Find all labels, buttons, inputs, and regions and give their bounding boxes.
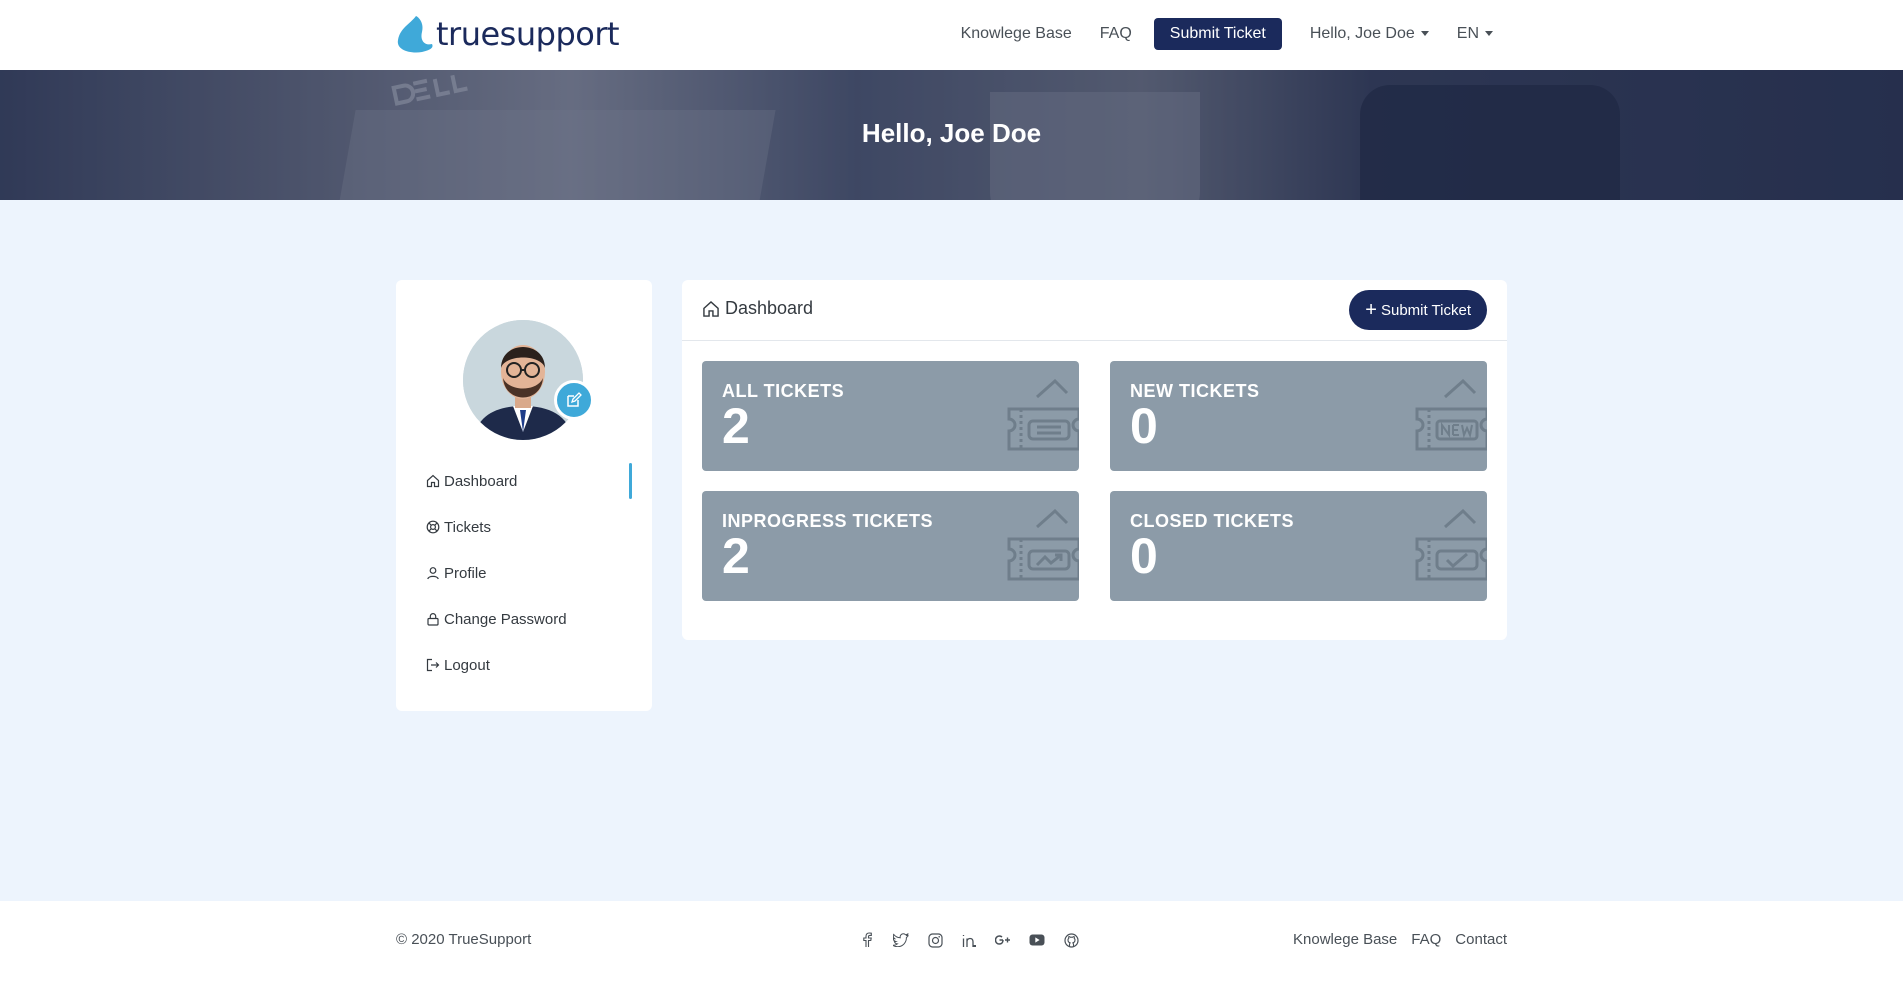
youtube-icon[interactable] — [1020, 928, 1054, 952]
dashboard-panel: Dashboard + Submit Ticket ALL TICKETS 2 … — [682, 280, 1507, 640]
caret-down-icon — [1420, 31, 1429, 37]
stat-card-label: INPROGRESS TICKETS — [722, 511, 934, 531]
stat-card-value: 2 — [722, 398, 750, 454]
home-icon — [426, 474, 440, 488]
nav-knowledge-base[interactable]: Knowlege Base — [961, 18, 1072, 50]
panel-title-text: Dashboard — [725, 298, 814, 318]
ticket-list-icon — [1007, 379, 1079, 451]
home-icon — [702, 300, 720, 318]
sidebar-item-logout[interactable]: Logout — [396, 642, 652, 688]
panel-title: Dashboard — [702, 298, 813, 319]
user-menu-dropdown[interactable]: Hello, Joe Doe — [1310, 18, 1429, 50]
nav-faq[interactable]: FAQ — [1100, 18, 1132, 50]
lock-icon — [426, 612, 440, 626]
sidebar-menu: Dashboard Tickets Profile Change Passwor… — [396, 458, 652, 688]
user-icon — [426, 566, 440, 580]
ticket-check-icon — [1415, 509, 1487, 581]
sidebar-item-label: Tickets — [444, 518, 491, 536]
footer-link-faq[interactable]: FAQ — [1411, 931, 1441, 948]
stat-card-new-tickets[interactable]: NEW TICKETS 0 — [1110, 361, 1487, 471]
github-icon[interactable] — [1054, 928, 1088, 952]
nav-submit-ticket-button[interactable]: Submit Ticket — [1153, 18, 1282, 50]
footer: © 2020 TrueSupport Knowlege Base FAQ Con… — [0, 901, 1903, 988]
twitter-icon[interactable] — [884, 928, 918, 952]
sidebar-item-label: Change Password — [444, 610, 567, 628]
ticket-new-icon — [1415, 379, 1487, 451]
hero-title: Hello, Joe Doe — [861, 118, 1042, 148]
stat-card-closed-tickets[interactable]: CLOSED TICKETS 0 — [1110, 491, 1487, 601]
instagram-icon[interactable] — [918, 928, 952, 952]
profile-sidebar: Dashboard Tickets Profile Change Passwor… — [396, 280, 652, 711]
submit-ticket-button[interactable]: + Submit Ticket — [1349, 290, 1487, 330]
sidebar-item-profile[interactable]: Profile — [396, 550, 652, 596]
lifebuoy-icon — [426, 520, 440, 534]
logout-icon — [426, 658, 440, 672]
stat-card-value: 0 — [1130, 398, 1158, 454]
plus-icon: + — [1365, 299, 1377, 321]
main-nav: Knowlege Base FAQ Submit Ticket Hello, J… — [961, 18, 1493, 50]
avatar — [463, 320, 583, 440]
top-navbar: truesupport Knowlege Base FAQ Submit Tic… — [0, 0, 1903, 70]
sidebar-item-label: Dashboard — [444, 472, 518, 490]
edit-icon — [567, 392, 582, 407]
stat-card-value: 0 — [1130, 528, 1158, 584]
language-label: EN — [1456, 25, 1479, 42]
submit-ticket-label: Submit Ticket — [1380, 301, 1471, 319]
edit-avatar-button[interactable] — [554, 380, 594, 420]
logo-text: truesupport — [436, 15, 620, 53]
facebook-icon[interactable] — [850, 928, 884, 952]
footer-links: Knowlege Base FAQ Contact — [1293, 931, 1507, 948]
footer-link-contact[interactable]: Contact — [1455, 931, 1507, 948]
caret-down-icon — [1485, 31, 1493, 37]
panel-header: Dashboard + Submit Ticket — [682, 280, 1507, 341]
google-plus-icon[interactable] — [986, 928, 1020, 952]
linkedin-icon[interactable] — [952, 928, 986, 952]
logo-mark-icon — [397, 16, 433, 53]
sidebar-item-tickets[interactable]: Tickets — [396, 504, 652, 550]
stat-card-all-tickets[interactable]: ALL TICKETS 2 — [702, 361, 1079, 471]
user-menu-label: Hello, Joe Doe — [1309, 25, 1415, 42]
sidebar-item-label: Logout — [444, 656, 490, 674]
sidebar-item-change-password[interactable]: Change Password — [396, 596, 652, 642]
sidebar-item-dashboard[interactable]: Dashboard — [396, 458, 652, 504]
footer-link-knowledge-base[interactable]: Knowlege Base — [1293, 931, 1397, 948]
sidebar-item-label: Profile — [444, 564, 487, 582]
logo[interactable]: truesupport — [396, 12, 620, 56]
hero-banner: Hello, Joe Doe — [0, 70, 1903, 200]
stat-card-inprogress-tickets[interactable]: INPROGRESS TICKETS 2 — [702, 491, 1079, 601]
social-links — [850, 928, 1088, 952]
copyright: © 2020 TrueSupport — [396, 931, 532, 948]
ticket-progress-icon — [1007, 509, 1079, 581]
stat-card-value: 2 — [722, 528, 750, 584]
language-dropdown[interactable]: EN — [1457, 18, 1493, 50]
